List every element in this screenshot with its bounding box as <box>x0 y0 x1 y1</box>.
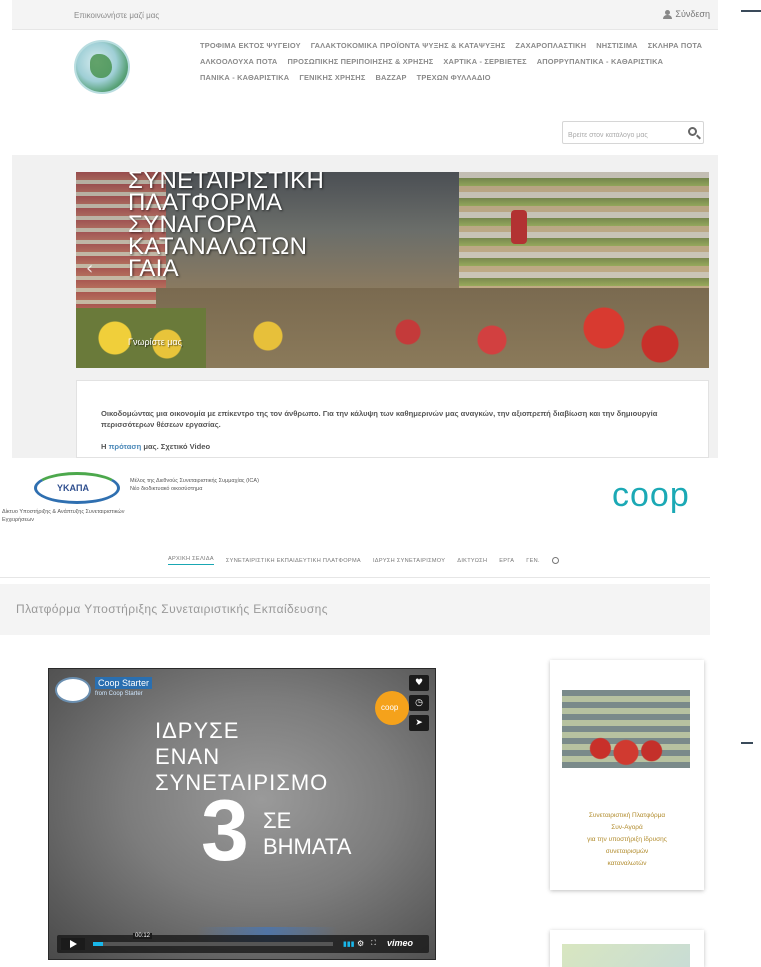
nav-more[interactable]: ΓΕΝ. <box>526 558 540 564</box>
search-icon[interactable] <box>688 127 697 136</box>
dykapa-logo-text: ΥΚΑΠΑ <box>57 483 90 493</box>
shop-search-box <box>562 121 704 146</box>
video-line-2: ΕΝΑΝ <box>155 744 221 769</box>
nav-item[interactable]: ΤΡΕΧΩΝ ΦΥΛΛΑΔΙΟ <box>417 72 491 84</box>
vimeo-logo[interactable]: vimeo <box>387 938 413 948</box>
video-line-1: ΙΔΡΥΣΕ <box>155 718 240 743</box>
login-label: Σύνδεση <box>675 9 710 19</box>
channel-from: from Coop Starter <box>95 691 143 697</box>
edge-mark-top <box>741 10 761 12</box>
shop-topbar: Επικοινωνήστε μαζί μας Σύνδεση <box>12 0 718 30</box>
video-step-line-2: ΒΗΜΑΤΑ <box>263 834 352 859</box>
video-step-line-1: ΣΕ <box>263 808 292 833</box>
coop-badge: coop <box>375 691 409 725</box>
channel-name[interactable]: Coop Starter <box>95 677 153 689</box>
video-controls: 00:12 ▮▮▮ ⚙ ⛶ vimeo <box>57 933 429 953</box>
side-promo-card[interactable]: Συνεταιριστική Πλατφόρμα Συν-Αγορά για τ… <box>550 660 704 890</box>
nav-item[interactable]: ΤΡΟΦΙΜΑ ΕΚΤΟΣ ΨΥΓΕΙΟΥ <box>200 40 301 52</box>
progress-bar[interactable]: 00:12 <box>93 933 333 946</box>
nav-item[interactable]: ΑΠΟΡΡΥΠΑΝΤΙΚΑ - ΚΑΘΑΡΙΣΤΙΚΑ <box>537 56 663 68</box>
nav-item[interactable]: ΣΚΛΗΡΑ ΠΟΤΑ <box>648 40 702 52</box>
nav-item[interactable]: ΓΕΝΙΚΗΣ ΧΡΗΣΗΣ <box>299 72 365 84</box>
channel-avatar[interactable] <box>55 677 91 703</box>
nav-networking[interactable]: ΔΙΚΤΥΩΣΗ <box>457 558 487 564</box>
proposal-link[interactable]: πρόταση <box>109 442 142 451</box>
progress-fill <box>93 942 103 946</box>
nav-home[interactable]: ΑΡΧΙΚΗ ΣΕΛΙΔΑ <box>168 556 214 565</box>
play-icon[interactable] <box>61 938 85 950</box>
login-link[interactable]: Σύνδεση <box>663 9 710 19</box>
coop-main-nav: ΑΡΧΙΚΗ ΣΕΛΙΔΑ ΣΥΝΕΤΑΙΡΙΣΤΙΚΗ ΕΚΠΑΙΔΕΥΤΙΚ… <box>168 556 708 565</box>
coop-site: ΥΚΑΠΑ Δίκτυο Υποστήριξης & Ανάπτυξης Συν… <box>0 460 710 967</box>
time-label: 00:12 <box>133 933 153 939</box>
video-player[interactable]: Coop Starter from Coop Starter coop ♥ ◷ … <box>48 668 436 960</box>
intro-text: Οικοδομώντας μια οικονομία με επίκεντρο … <box>101 409 658 429</box>
nav-item[interactable]: ΠΑΝΙΚΑ - ΚΑΘΑΡΙΣΤΙΚΑ <box>200 72 289 84</box>
coop-badge-label: coop <box>381 703 399 712</box>
page-title: Πλατφόρμα Υποστήριξης Συνεταιριστικής Εκ… <box>16 602 328 616</box>
watch-later-icon[interactable]: ◷ <box>409 695 429 711</box>
intro-card: Οικοδομώντας μια οικονομία με επίκεντρο … <box>76 380 709 458</box>
nav-found-cooperative[interactable]: ΙΔΡΥΣΗ ΣΥΝΕΤΑΙΡΙΣΜΟΥ <box>373 558 445 564</box>
contact-link[interactable]: Επικοινωνήστε μαζί μας <box>74 11 159 20</box>
like-icon[interactable]: ♥ <box>409 675 429 691</box>
nav-item[interactable]: ΧΑΡΤΙΚΑ - ΣΕΡΒΙΕΤΕΣ <box>443 56 526 68</box>
hero-image-produce <box>156 288 709 368</box>
video-number: 3 <box>201 783 249 879</box>
fullscreen-icon[interactable]: ⛶ <box>371 939 376 948</box>
hero-section: ΣΥΝΕΤΑΙΡΙΣΤΙΚΗ ΠΛΑΤΦΟΡΜΑ ΣΥΝΑΓΟΡΑ ΚΑΤΑΝΑ… <box>12 155 718 458</box>
globe-logo[interactable] <box>74 40 130 94</box>
settings-icon[interactable]: ⚙ <box>357 939 364 948</box>
intro-link-line: Η πρόταση μας. Σχετικό Video <box>101 442 210 451</box>
user-icon <box>663 9 673 19</box>
hero-slider[interactable]: ΣΥΝΕΤΑΙΡΙΣΤΙΚΗ ΠΛΑΤΦΟΡΜΑ ΣΥΝΑΓΟΡΑ ΚΑΤΑΝΑ… <box>76 172 709 368</box>
hero-subtitle: Γνωρίστε μας <box>128 337 182 347</box>
nav-divider <box>0 577 710 578</box>
share-icon[interactable]: ➤ <box>409 715 429 731</box>
shop-category-nav: ΤΡΟΦΙΜΑ ΕΚΤΟΣ ΨΥΓΕΙΟΥ ΓΑΛΑΚΤΟΚΟΜΙΚΑ ΠΡΟΪ… <box>200 40 710 84</box>
side-card-text: Συνεταιριστική Πλατφόρμα Συν-Αγορά για τ… <box>587 812 667 867</box>
nav-item[interactable]: ΑΛΚΟΟΛΟΥΧΑ ΠΟΤΑ <box>200 56 277 68</box>
nav-projects[interactable]: ΕΡΓΑ <box>499 558 514 564</box>
hero-image-shopper <box>511 210 527 244</box>
org-description: Μέλος της Διεθνούς Συνεταιριστικής Συμμα… <box>130 478 259 492</box>
edge-mark-right <box>741 742 753 744</box>
dykapa-logo-caption: Δίκτυο Υποστήριξης & Ανάπτυξης Συνεταιρι… <box>2 509 125 523</box>
shop-site: Επικοινωνήστε μαζί μας Σύνδεση ΤΡΟΦΙΜΑ Ε… <box>12 0 718 458</box>
side-promo-card-2[interactable] <box>550 930 704 967</box>
volume-icon[interactable]: ▮▮▮ <box>343 940 355 948</box>
nav-item[interactable]: ΒΑΖΖΑΡ <box>375 72 406 84</box>
nav-item[interactable]: ΓΑΛΑΚΤΟΚΟΜΙΚΑ ΠΡΟΪΟΝΤΑ ΨΥΞΗΣ & ΚΑΤΑΨΥΞΗΣ <box>311 40 506 52</box>
dykapa-logo[interactable]: ΥΚΑΠΑ <box>34 472 120 504</box>
coop-brand-logo[interactable]: coop <box>612 478 690 512</box>
search-input[interactable] <box>563 125 681 146</box>
intro-link-prefix: Η <box>101 442 109 451</box>
nav-education-platform[interactable]: ΣΥΝΕΤΑΙΡΙΣΤΙΚΗ ΕΚΠΑΙΔΕΥΤΙΚΗ ΠΛΑΤΦΟΡΜΑ <box>226 558 361 564</box>
page-title-band: Πλατφόρμα Υποστήριξης Συνεταιριστικής Εκ… <box>0 584 710 635</box>
nav-item[interactable]: ΠΡΟΣΩΠΙΚΗΣ ΠΕΡΙΠΟΙΗΣΗΣ & ΧΡΗΣΗΣ <box>287 56 433 68</box>
nav-item[interactable]: ΝΗΣΤΙΣΙΜΑ <box>596 40 637 52</box>
side-card-image <box>562 690 690 768</box>
side-card-2-image <box>562 944 690 967</box>
hero-title: ΣΥΝΕΤΑΙΡΙΣΤΙΚΗ ΠΛΑΤΦΟΡΜΑ ΣΥΝΑΓΟΡΑ ΚΑΤΑΝΑ… <box>128 172 325 282</box>
slider-prev-icon[interactable]: ‹ <box>86 258 93 279</box>
intro-link-suffix: μας. Σχετικό Video <box>141 442 211 451</box>
nav-item[interactable]: ΖΑΧΑΡΟΠΛΑΣΤΙΚΗ <box>515 40 586 52</box>
search-icon[interactable] <box>551 557 559 564</box>
